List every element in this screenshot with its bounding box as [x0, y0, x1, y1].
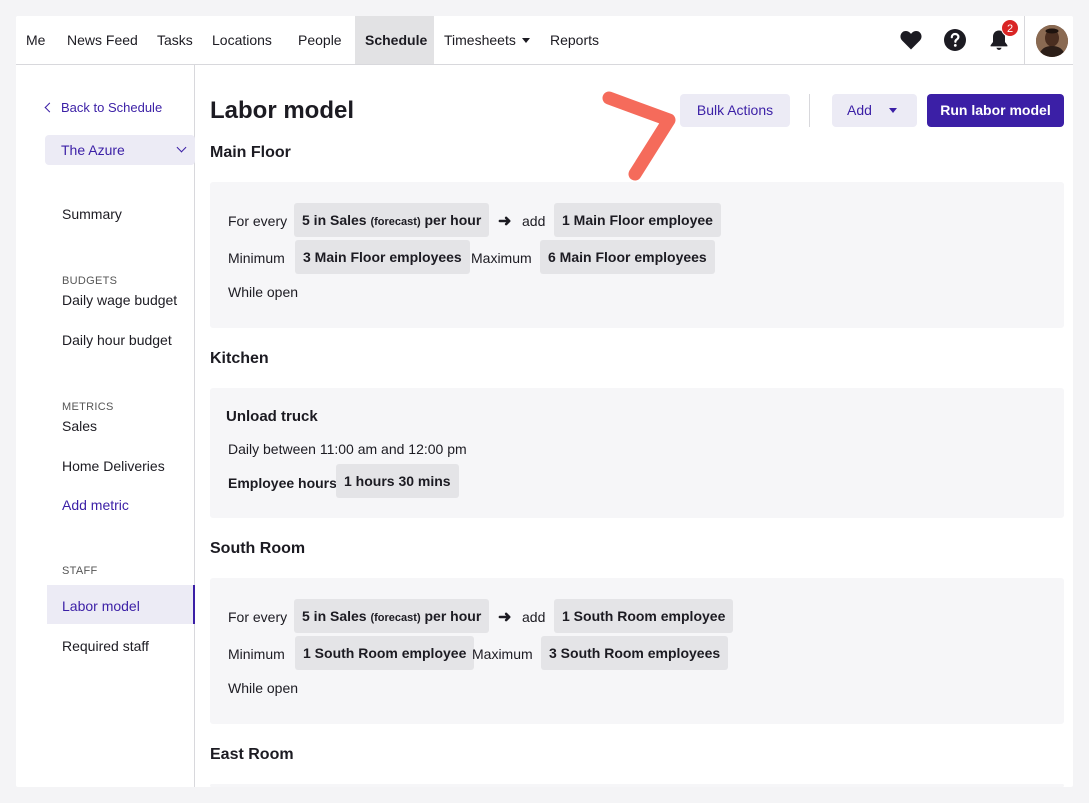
nav-item-timesheets-label: Timesheets [444, 32, 516, 48]
section-title-kitchen: Kitchen [210, 350, 269, 367]
rule-card-kitchen[interactable]: Unload truck Daily between 11:00 am and … [210, 388, 1064, 518]
back-to-schedule-link[interactable]: Back to Schedule [44, 100, 163, 115]
section-title-south-room: South Room [210, 540, 306, 557]
nav-item-reports[interactable]: Reports [540, 16, 609, 64]
nav-item-locations[interactable]: Locations [202, 16, 282, 64]
rate-prefix: 5 in Sales [302, 608, 367, 624]
sidebar-item-home-deliveries[interactable]: Home Deliveries [62, 458, 165, 474]
back-to-schedule-label: Back to Schedule [61, 100, 163, 115]
sidebar-item-required-staff[interactable]: Required staff [62, 638, 149, 654]
sidebar: Back to Schedule The Azure Summary BUDGE… [16, 65, 195, 787]
nav-item-people[interactable]: People [288, 16, 352, 64]
run-labor-model-button[interactable]: Run labor model [927, 94, 1064, 127]
sidebar-heading-staff: STAFF [62, 565, 98, 577]
arrow-right-icon: ➜ [498, 609, 512, 626]
nav-item-me[interactable]: Me [16, 16, 55, 64]
add-value-chip[interactable]: 1 Main Floor employee [554, 203, 721, 237]
chevron-down-icon [521, 37, 530, 43]
nav-item-tasks[interactable]: Tasks [147, 16, 203, 64]
button-divider [809, 94, 810, 127]
nav-divider [1024, 16, 1025, 64]
section-title-main-floor: Main Floor [210, 144, 291, 161]
add-button[interactable]: Add [832, 94, 917, 127]
sidebar-heading-metrics: METRICS [62, 401, 114, 413]
rate-forecast: (forecast) [370, 612, 421, 624]
add-value-chip[interactable]: 1 South Room employee [554, 599, 734, 633]
annotation-arrow [602, 91, 676, 181]
heart-icon[interactable] [899, 28, 923, 52]
nav-item-timesheets[interactable]: Timesheets [434, 16, 540, 64]
chevron-down-icon [889, 108, 897, 113]
location-select-value: The Azure [61, 142, 125, 158]
rate-suffix: per hour [424, 212, 482, 228]
chevron-left-icon [44, 102, 55, 113]
avatar-image [1036, 25, 1068, 57]
rule-card-east-room[interactable] [210, 784, 1064, 787]
location-select[interactable]: The Azure [45, 135, 195, 165]
sidebar-item-sales[interactable]: Sales [62, 418, 97, 434]
minimum-value-chip[interactable]: 1 South Room employee [295, 636, 475, 670]
minimum-value-chip[interactable]: 3 Main Floor employees [295, 240, 470, 274]
maximum-label: Maximum [471, 250, 532, 266]
sidebar-heading-budgets: BUDGETS [62, 275, 118, 287]
while-open-label: While open [228, 680, 299, 696]
avatar[interactable] [1036, 25, 1068, 57]
maximum-value-chip[interactable]: 6 Main Floor employees [540, 240, 715, 274]
bulk-actions-button[interactable]: Bulk Actions [680, 94, 790, 127]
while-open-label: While open [228, 284, 299, 300]
nav-item-schedule[interactable]: Schedule [355, 16, 434, 64]
notification-badge: 2 [1001, 19, 1019, 37]
add-label: add [522, 213, 546, 229]
employee-hours-chip[interactable]: 1 hours 30 mins [336, 464, 459, 498]
rule-card-main-floor[interactable]: For every 5 in Sales (forecast) per hour… [210, 182, 1064, 328]
top-nav: Me News Feed Tasks Locations People Sche… [16, 16, 1073, 65]
rate-chip[interactable]: 5 in Sales (forecast) per hour [294, 203, 490, 237]
rule-card-south-room[interactable]: For every 5 in Sales (forecast) per hour… [210, 578, 1064, 724]
app-window: Me News Feed Tasks Locations People Sche… [16, 16, 1073, 787]
add-label: add [522, 609, 546, 625]
help-icon[interactable] [943, 28, 967, 52]
page-title: Labor model [210, 97, 355, 124]
rate-suffix: per hour [424, 608, 482, 624]
task-name: Unload truck [226, 408, 318, 425]
section-title-east-room: East Room [210, 746, 294, 763]
rate-forecast: (forecast) [370, 216, 421, 228]
arrow-right-icon: ➜ [498, 213, 512, 230]
for-every-label: For every [228, 213, 288, 229]
rate-chip[interactable]: 5 in Sales (forecast) per hour [294, 599, 490, 633]
sidebar-item-daily-hour-budget[interactable]: Daily hour budget [62, 332, 172, 348]
for-every-label: For every [228, 609, 288, 625]
minimum-label: Minimum [228, 646, 285, 662]
sidebar-item-labor-model[interactable]: Labor model [62, 598, 140, 614]
maximum-label: Maximum [472, 646, 533, 662]
sidebar-item-daily-wage-budget[interactable]: Daily wage budget [62, 292, 177, 308]
add-button-label: Add [847, 102, 872, 118]
rate-prefix: 5 in Sales [302, 212, 367, 228]
nav-item-news-feed[interactable]: News Feed [57, 16, 148, 64]
employee-hours-label: Employee hours [228, 475, 337, 491]
sidebar-item-summary[interactable]: Summary [62, 206, 122, 222]
minimum-label: Minimum [228, 250, 285, 266]
add-metric-link[interactable]: Add metric [62, 497, 129, 513]
task-schedule: Daily between 11:00 am and 12:00 pm [228, 441, 467, 457]
chevron-down-icon [176, 142, 187, 153]
maximum-value-chip[interactable]: 3 South Room employees [541, 636, 729, 670]
